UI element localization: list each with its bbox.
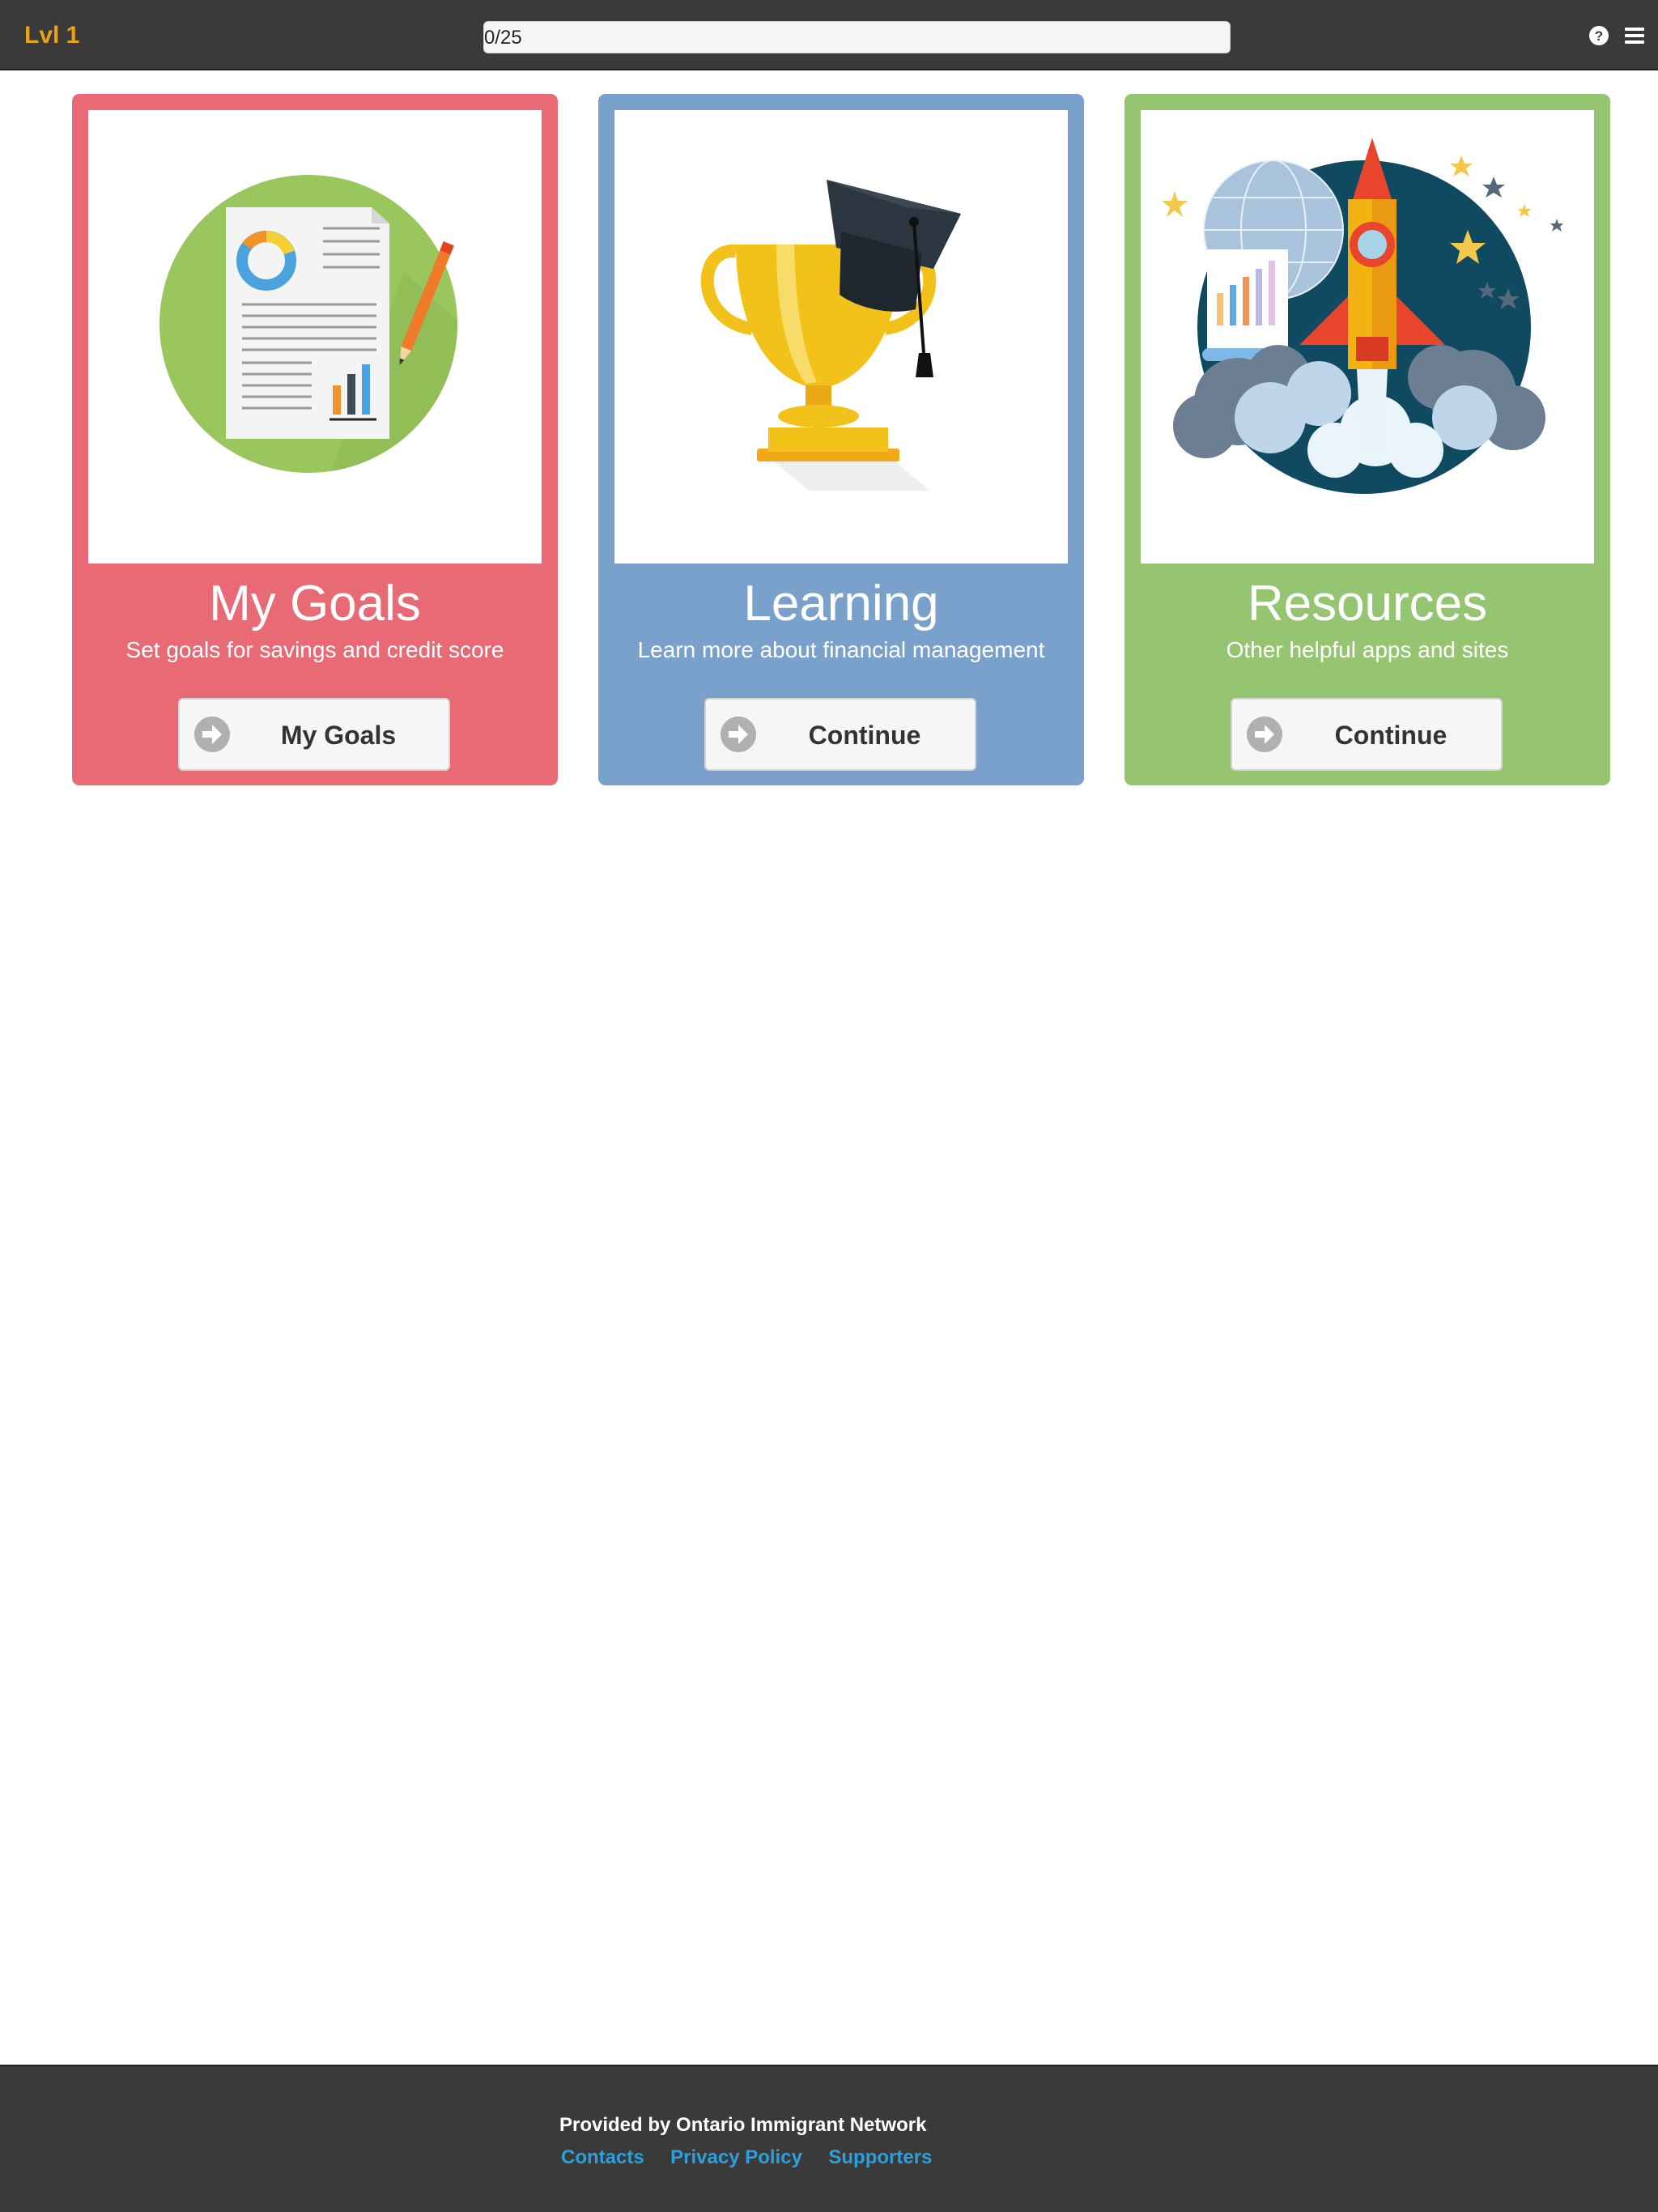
learning-continue-button[interactable]: Continue <box>704 698 976 771</box>
card-title: Resources <box>1247 576 1488 632</box>
card-description: Set goals for savings and credit score <box>125 637 504 662</box>
svg-text:?: ? <box>1595 28 1603 44</box>
footer-provided-by: Provided by Ontario Immigrant Network <box>559 2114 927 2136</box>
arrow-right-circle-icon <box>1247 717 1282 752</box>
document-with-charts-illustration <box>88 110 542 564</box>
hamburger-menu-icon[interactable] <box>1624 26 1645 45</box>
level-indicator: Lvl 1 <box>24 22 80 49</box>
button-label: Continue <box>1334 721 1448 750</box>
footer-links: Contacts Privacy Policy Supporters <box>561 2146 954 2170</box>
footer: Provided by Ontario Immigrant Network Co… <box>0 2065 1658 2212</box>
arrow-right-circle-icon <box>721 717 756 752</box>
card-my-goals: My Goals Set goals for savings and credi… <box>72 94 558 785</box>
footer-link-privacy-policy[interactable]: Privacy Policy <box>670 2146 802 2170</box>
button-label: My Goals <box>280 721 397 750</box>
progress-bar: 0/25 <box>483 21 1231 53</box>
my-goals-button[interactable]: My Goals <box>178 698 450 771</box>
card-description: Other helpful apps and sites <box>1226 637 1509 662</box>
resources-continue-button[interactable]: Continue <box>1231 698 1503 771</box>
card-description: Learn more about financial management <box>637 637 1045 662</box>
card-learning: Learning Learn more about financial mana… <box>598 94 1084 785</box>
rocket-launch-illustration <box>1141 110 1594 564</box>
footer-link-contacts[interactable]: Contacts <box>561 2146 644 2170</box>
card-resources: Resources Other helpful apps and sites C… <box>1124 94 1610 785</box>
button-label: Continue <box>808 721 921 750</box>
top-bar: Lvl 1 0/25 ? <box>0 0 1658 70</box>
arrow-right-circle-icon <box>194 717 230 752</box>
footer-link-supporters[interactable]: Supporters <box>828 2146 932 2170</box>
trophy-with-graduation-cap-illustration <box>614 110 1068 564</box>
question-circle-icon[interactable]: ? <box>1588 25 1609 46</box>
card-title: Learning <box>743 576 939 632</box>
card-title: My Goals <box>209 576 421 632</box>
progress-text: 0/25 <box>484 27 522 49</box>
